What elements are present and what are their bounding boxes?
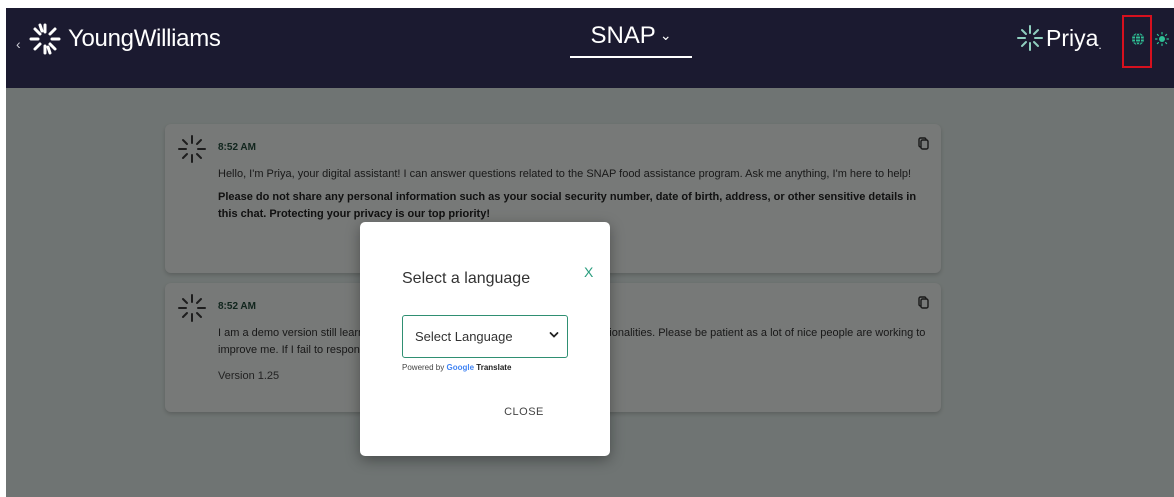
assistant-name: Priya (1046, 24, 1099, 51)
close-button[interactable]: CLOSE (494, 401, 554, 423)
chevron-down-icon: ⌄ (659, 27, 672, 43)
program-label: SNAP (590, 22, 656, 49)
brand-name: YoungWilliams (68, 25, 221, 52)
globe-icon[interactable] (1131, 32, 1145, 46)
modal-title: Select a language (402, 270, 531, 287)
app-window: ‹ YoungWilliams SNAP ⌄ Priya . Select a … (6, 8, 1174, 497)
back-chevron-icon[interactable]: ‹ (16, 36, 21, 52)
google-logo: Google (446, 363, 475, 372)
language-select-value: Select Language (415, 329, 513, 344)
close-x-button[interactable]: X (584, 264, 593, 280)
language-select[interactable]: Select Language (402, 315, 568, 358)
chevron-down-icon (549, 332, 559, 338)
assistant-dot: . (1098, 38, 1102, 52)
language-modal: Select a language X Select Language Powe… (360, 222, 610, 456)
brand-logo-link[interactable]: YoungWilliams (28, 22, 221, 56)
translate-label: Translate (476, 363, 512, 372)
powered-prefix: Powered by (402, 363, 445, 372)
starburst-logo-icon (1017, 25, 1043, 51)
sun-icon[interactable] (1155, 32, 1169, 46)
assistant-brand: Priya. (1016, 24, 1102, 52)
powered-by-google-translate[interactable]: Powered by Google Translate (402, 363, 511, 372)
header-bar: ‹ YoungWilliams SNAP ⌄ Priya . (6, 8, 1174, 88)
program-selector[interactable]: SNAP ⌄ (570, 22, 692, 58)
program-underline (570, 56, 692, 58)
starburst-logo-icon (29, 23, 61, 55)
